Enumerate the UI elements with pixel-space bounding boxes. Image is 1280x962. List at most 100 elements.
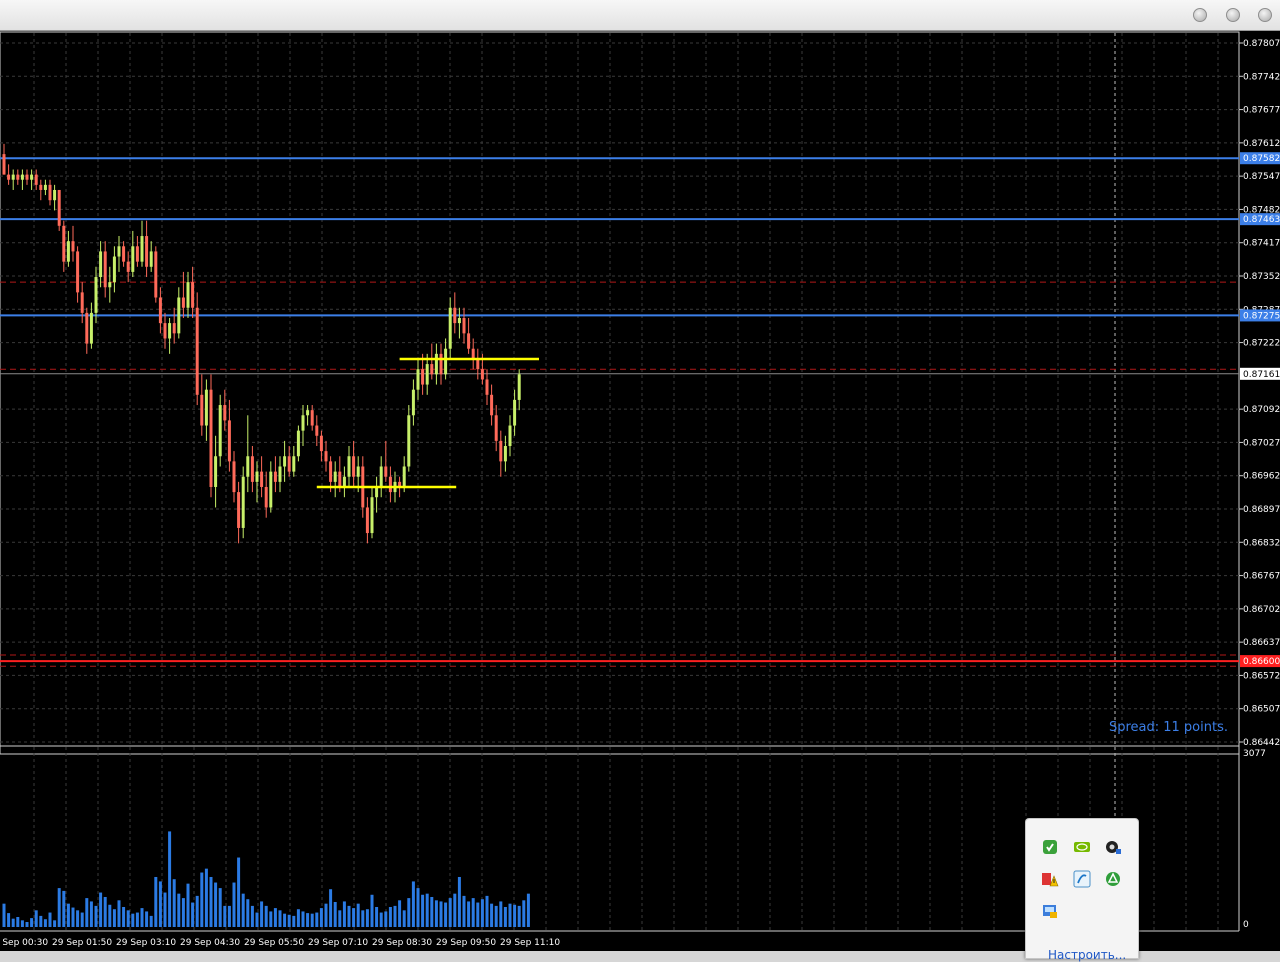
candle-body [439, 353, 443, 375]
volume-bar [499, 901, 503, 927]
volume-bar [80, 912, 84, 927]
network-monitor-icon[interactable] [1102, 836, 1124, 858]
maximize-icon[interactable] [1226, 8, 1240, 22]
volume-bar [250, 905, 254, 927]
price-axis-label: 0.87547 [1243, 172, 1280, 182]
candle-body [80, 292, 84, 313]
candle-body [103, 251, 107, 288]
candle-body [255, 471, 259, 482]
volume-bar [48, 912, 52, 927]
volume-bar [283, 913, 287, 927]
price-axis-label: 0.87092 [1243, 405, 1280, 415]
volume-bar [393, 905, 397, 927]
candle-body [71, 241, 75, 252]
volume-bar [278, 910, 282, 927]
price-chart[interactable]: 0.87807 0.87742 0.87677 0.87612 0.87547 0.874… [0, 31, 1280, 951]
volume-bar [287, 914, 291, 927]
candle-body [283, 456, 287, 467]
volume-bar [384, 911, 388, 927]
candle-body [467, 333, 471, 349]
volume-bar [517, 905, 521, 927]
candle-body [476, 358, 480, 370]
volume-bar [154, 876, 158, 927]
price-axis-label: 0.86897 [1243, 505, 1280, 515]
candle-body [416, 369, 420, 390]
chart-canvas[interactable]: 0.87807 0.87742 0.87677 0.87612 0.87547 0.874… [0, 31, 1280, 951]
candle-body [287, 456, 291, 472]
candle-body [375, 486, 379, 498]
volume-bar [177, 893, 181, 927]
candle-body [315, 425, 319, 436]
candle-body [48, 184, 52, 201]
volume-bar [214, 882, 218, 927]
volume-bar [430, 896, 434, 927]
candle-body [480, 369, 484, 380]
volume-bar [434, 900, 438, 927]
update-icon[interactable] [1039, 900, 1061, 922]
candle-body [186, 282, 190, 308]
candle-body [223, 405, 227, 421]
volume-bar [398, 900, 402, 927]
candle-body [11, 174, 15, 180]
volume-bar [269, 911, 273, 927]
price-axis-label: 0.87222 [1243, 339, 1280, 349]
candle-body [85, 312, 89, 344]
candle-body [122, 246, 126, 262]
price-axis-label: 0.86832 [1243, 538, 1280, 548]
candle-body [158, 297, 162, 324]
price-axis-label: 0.86702 [1243, 605, 1280, 615]
candle-body [218, 405, 222, 457]
price-axis-label: 0.87742 [1243, 72, 1280, 82]
volume-bar [43, 919, 47, 927]
volume-bar [163, 892, 167, 927]
volume-bar [457, 876, 461, 927]
volume-bar [407, 898, 411, 927]
candle-body [310, 410, 314, 426]
volume-bar [255, 912, 259, 927]
candle-body [89, 312, 93, 344]
bluetooth-app-icon[interactable] [1071, 868, 1093, 890]
price-axis-label: 0.86637 [1243, 638, 1280, 648]
volume-bar [310, 913, 314, 927]
candle-body [264, 486, 268, 508]
volume-bar [94, 905, 98, 927]
level-price-label: 0.87463 [1243, 215, 1280, 225]
volume-bar [34, 910, 38, 927]
horizontal-levels[interactable] [0, 157, 1239, 667]
volume-bar [76, 910, 80, 927]
candle-body [333, 471, 337, 482]
candle-body [471, 348, 475, 359]
volume-bar [181, 898, 185, 927]
candle-body [352, 456, 356, 477]
customize-link[interactable]: Настроить... [1048, 948, 1126, 962]
price-axis-label: 0.86507 [1243, 705, 1280, 715]
volume-bar [2, 903, 6, 927]
close-icon[interactable] [1258, 8, 1272, 22]
minimize-icon[interactable] [1193, 8, 1207, 22]
price-axis-label: 0.87677 [1243, 106, 1280, 116]
candle-body [278, 466, 282, 482]
volume-bar [462, 895, 466, 927]
volume-bar [200, 872, 204, 927]
candle-body [39, 184, 43, 190]
volume-bar [361, 910, 365, 927]
warning-icon[interactable] [1039, 868, 1061, 890]
level-price-label: 0.87275 [1243, 311, 1280, 321]
volume-bar [292, 915, 296, 927]
time-axis-label: 29 Sep 00:30 [0, 938, 48, 948]
candle-body [181, 297, 185, 308]
volume-bar [204, 868, 208, 927]
volume-bar [57, 888, 61, 927]
green-arrow-icon[interactable] [1102, 868, 1124, 890]
price-axis-label: 0.86442 [1243, 738, 1280, 748]
nvidia-icon[interactable] [1071, 836, 1093, 858]
candle-body [76, 251, 80, 293]
candle-body [177, 297, 181, 334]
price-axis-label: 0.87027 [1243, 438, 1280, 448]
volume-bar [145, 911, 149, 927]
volume-bar [62, 890, 66, 927]
evernote-icon[interactable] [1039, 836, 1061, 858]
volume-bar [448, 898, 452, 927]
candle-body [20, 174, 24, 180]
grid [0, 31, 1240, 932]
